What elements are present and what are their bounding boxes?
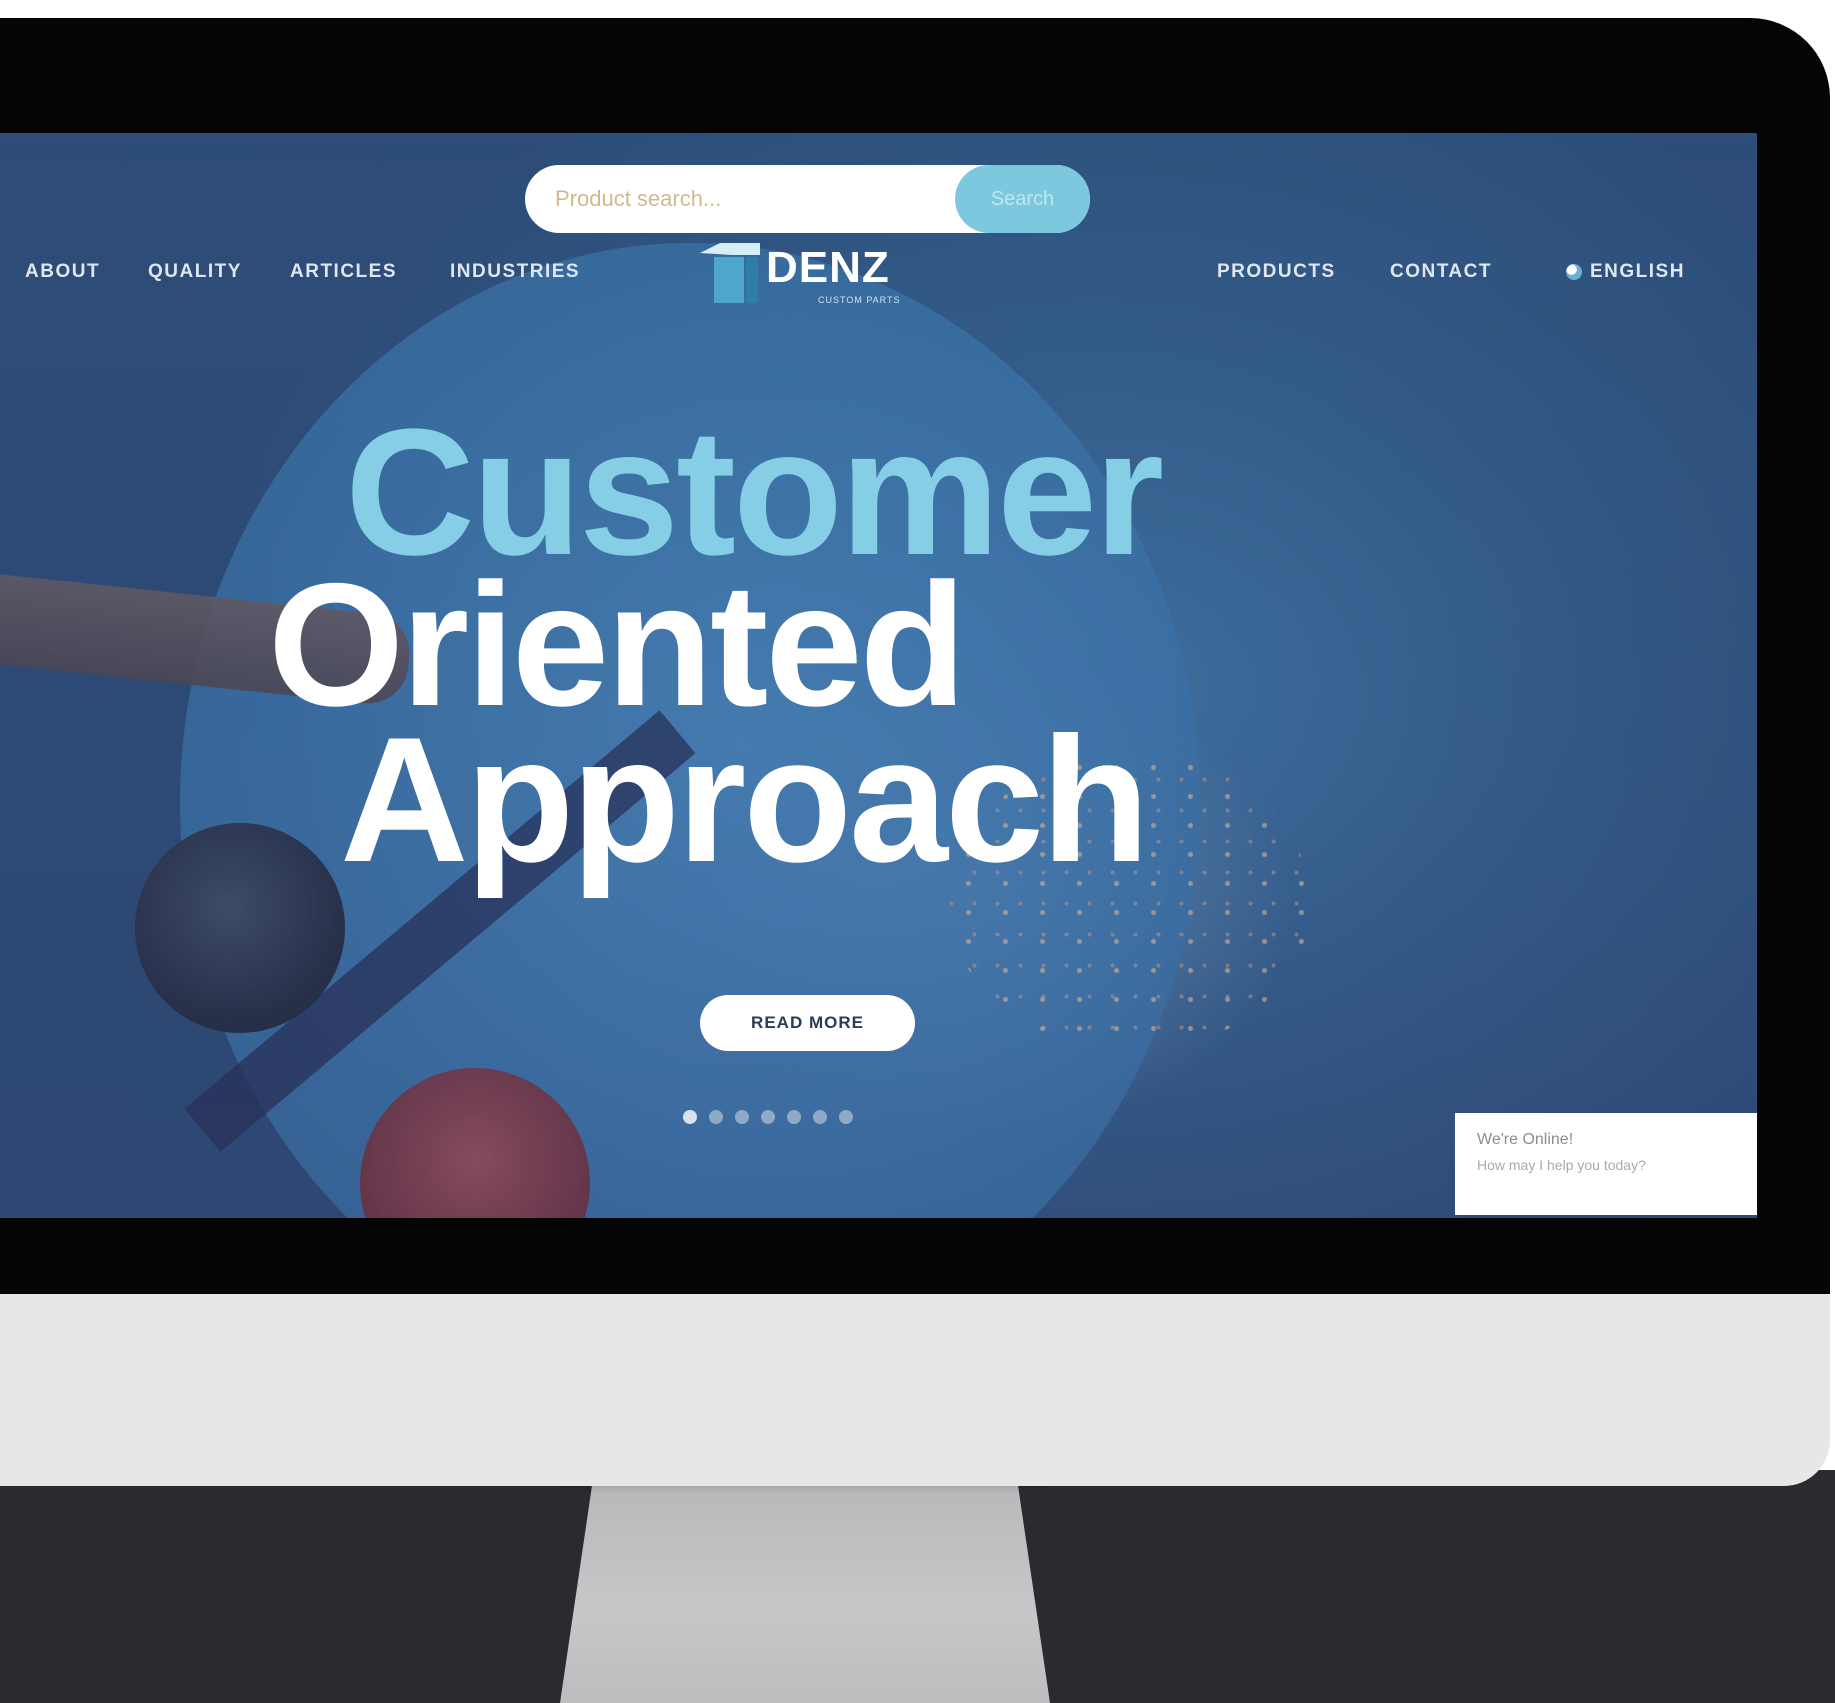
monitor-bezel: Search ABOUT QUALITY ARTICLES INDUSTRIES…	[0, 18, 1830, 1294]
chat-widget[interactable]: We're Online! How may I help you today?	[1455, 1113, 1757, 1215]
nav-item-products[interactable]: PRODUCTS	[1217, 261, 1336, 283]
site-logo[interactable]: DENZ CUSTOM PARTS	[700, 243, 920, 323]
logo-tagline: CUSTOM PARTS	[818, 295, 901, 305]
search-button[interactable]: Search	[955, 165, 1090, 233]
slider-dot[interactable]	[683, 1110, 697, 1124]
chat-title: We're Online!	[1477, 1131, 1574, 1148]
hero-headline-line3: Approach	[340, 700, 1150, 899]
slider-dot[interactable]	[761, 1110, 775, 1124]
nav-item-contact[interactable]: CONTACT	[1390, 261, 1492, 283]
language-label: ENGLISH	[1590, 261, 1685, 282]
search-input[interactable]	[525, 165, 955, 233]
read-more-button[interactable]: READ MORE	[700, 995, 915, 1051]
nav-item-quality[interactable]: QUALITY	[148, 261, 242, 283]
monitor-stand	[560, 1470, 1050, 1703]
slider-pagination	[683, 1110, 853, 1124]
logo-name: DENZ	[766, 243, 890, 292]
slider-dot[interactable]	[735, 1110, 749, 1124]
slider-dot[interactable]	[709, 1110, 723, 1124]
slider-dot[interactable]	[813, 1110, 827, 1124]
search-bar: Search	[525, 165, 1090, 233]
nav-item-about[interactable]: ABOUT	[25, 261, 100, 283]
monitor-chin	[0, 1290, 1830, 1486]
globe-icon	[1566, 264, 1582, 280]
nav-item-industries[interactable]: INDUSTRIES	[450, 261, 580, 283]
nav-item-articles[interactable]: ARTICLES	[290, 261, 397, 283]
website-screen: Search ABOUT QUALITY ARTICLES INDUSTRIES…	[0, 133, 1757, 1218]
slider-dot[interactable]	[787, 1110, 801, 1124]
logo-mark-icon	[700, 243, 760, 303]
chat-subtitle: How may I help you today?	[1477, 1157, 1646, 1173]
slider-dot[interactable]	[839, 1110, 853, 1124]
language-selector[interactable]: ENGLISH	[1566, 261, 1685, 283]
